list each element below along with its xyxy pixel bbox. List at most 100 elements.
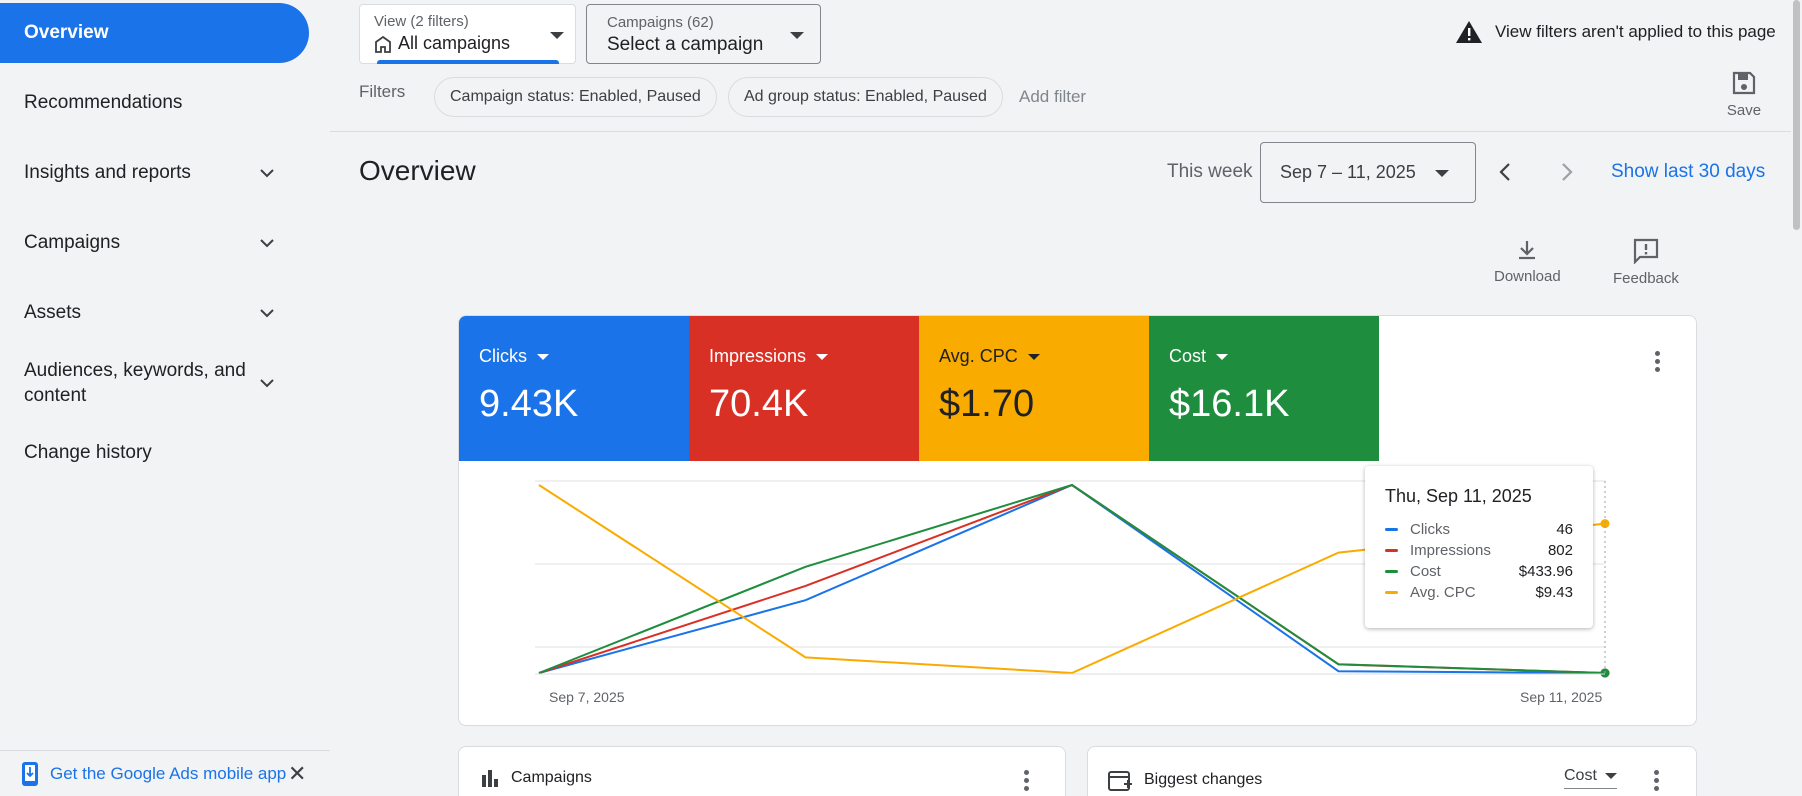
dropdown-arrow-icon	[790, 32, 804, 39]
metric-value: 70.4K	[709, 383, 809, 425]
download-icon	[1519, 241, 1536, 260]
metric-tile-clicks[interactable]: Clicks 9.43K	[459, 316, 689, 461]
performance-chart-card: Clicks 9.43K Impressions 70.4K Avg. CPC …	[458, 315, 1697, 726]
metric-label: Cost	[1169, 346, 1207, 366]
campaign-count: Campaigns (62)	[607, 14, 714, 31]
metric-tile-impressions[interactable]: Impressions 70.4K	[689, 316, 919, 461]
x-tick-label-end: Sep 11, 2025	[1520, 689, 1603, 705]
download-label: Download	[1494, 268, 1561, 285]
sidebar: Overview Recommendations Insights and re…	[0, 0, 330, 796]
more-vert-icon[interactable]	[1655, 348, 1661, 375]
sidebar-item-insights-and-reports[interactable]: Insights and reports	[0, 160, 309, 186]
metric-label: Impressions	[709, 346, 807, 366]
page-title: Overview	[359, 155, 476, 186]
tooltip-row: Cost $433.96	[1385, 561, 1573, 582]
metric-value: $16.1K	[1169, 383, 1290, 425]
chevron-left-icon[interactable]	[1494, 160, 1518, 184]
metric-tile-cost[interactable]: Cost $16.1K	[1149, 316, 1379, 461]
dropdown-arrow-icon[interactable]	[1027, 353, 1040, 360]
sidebar-item-label: Recommendations	[24, 92, 183, 113]
campaign-select-dropdown[interactable]: Campaigns (62) Select a campaign	[586, 4, 821, 64]
filter-chip-campaign-status[interactable]: Campaign status: Enabled, Paused	[434, 77, 717, 117]
sidebar-item-assets[interactable]: Assets	[0, 300, 309, 326]
phone-icon	[22, 761, 38, 786]
card-title: Biggest changes	[1144, 771, 1263, 788]
dropdown-arrow-icon	[1435, 170, 1449, 177]
metric-label: Clicks	[479, 346, 527, 366]
tooltip-row: Impressions 802	[1385, 540, 1573, 561]
tooltip-series-name: Cost	[1410, 563, 1441, 580]
tooltip-series-name: Avg. CPC	[1410, 584, 1476, 601]
date-range-value: Sep 7 – 11, 2025	[1280, 162, 1416, 182]
sidebar-item-change-history[interactable]: Change history	[0, 440, 309, 466]
scrollbar-thumb[interactable]	[1793, 0, 1800, 230]
close-icon[interactable]: ✕	[288, 761, 306, 787]
sidebar-item-label: Insights and reports	[24, 162, 191, 183]
card-title: Campaigns	[511, 769, 592, 786]
sidebar-item-campaigns[interactable]: Campaigns	[0, 230, 309, 256]
sidebar-item-recommendations[interactable]: Recommendations	[0, 90, 309, 116]
tooltip-row: Avg. CPC $9.43	[1385, 582, 1573, 603]
feedback-icon	[1633, 238, 1659, 264]
feedback-button[interactable]: Feedback	[1613, 238, 1679, 287]
metric-tile-avg-cpc[interactable]: Avg. CPC $1.70	[919, 316, 1149, 461]
filter-chip-ad-group-status[interactable]: Ad group status: Enabled, Paused	[728, 77, 1003, 117]
metric-value: 9.43K	[479, 383, 579, 425]
dropdown-arrow-icon	[550, 32, 564, 39]
sidebar-item-label: Assets	[24, 302, 82, 323]
promo-link[interactable]: Get the Google Ads mobile app	[50, 764, 286, 784]
warning-text: View filters aren't applied to this page	[1495, 22, 1776, 41]
download-button[interactable]: Download	[1494, 238, 1561, 285]
campaigns-card: Campaigns	[458, 746, 1066, 796]
chevron-down-icon[interactable]	[255, 371, 279, 395]
chevron-right-icon[interactable]	[1554, 160, 1578, 184]
trend-box-icon	[1108, 771, 1132, 791]
date-range-picker[interactable]: Sep 7 – 11, 2025	[1260, 142, 1476, 203]
tooltip-title: Thu, Sep 11, 2025	[1385, 486, 1532, 506]
scrollbar[interactable]	[1791, 0, 1802, 796]
metric-label: Avg. CPC	[939, 346, 1018, 366]
sidebar-item-label: Campaigns	[24, 232, 121, 253]
sidebar-item-label: Audiences, keywords, and content	[24, 360, 246, 406]
sidebar-item-audiences[interactable]: Audiences, keywords, and content	[0, 357, 309, 409]
chevron-down-icon[interactable]	[255, 161, 279, 185]
tooltip-series-value: $433.96	[1518, 563, 1573, 580]
view-filter-value: All campaigns	[398, 33, 511, 53]
tooltip-series-name: Impressions	[1410, 542, 1491, 559]
tooltip-row: Clicks 46	[1385, 519, 1573, 540]
save-label: Save	[1726, 102, 1762, 119]
view-filter-count: View (2 filters)	[374, 13, 469, 30]
metric-value: $1.70	[939, 383, 1035, 425]
filters-label: Filters	[359, 82, 406, 101]
save-button[interactable]: Save	[1722, 70, 1766, 119]
x-tick-label-start: Sep 7, 2025	[549, 689, 625, 705]
date-preset-label: This week	[1167, 161, 1253, 182]
add-filter-button[interactable]: Add filter	[1019, 87, 1086, 107]
metric-select-dropdown[interactable]: Cost	[1564, 767, 1617, 789]
active-indicator	[377, 60, 559, 64]
dropdown-arrow-icon[interactable]	[1216, 353, 1229, 360]
bar-chart-icon	[482, 770, 498, 787]
dropdown-arrow-icon[interactable]	[816, 353, 829, 360]
chart-tooltip: Thu, Sep 11, 2025 Clicks 46 Impressions 80…	[1365, 466, 1593, 628]
biggest-changes-card: Biggest changes Cost	[1087, 746, 1697, 796]
chevron-down-icon[interactable]	[255, 231, 279, 255]
more-vert-icon[interactable]	[1024, 767, 1030, 794]
feedback-label: Feedback	[1613, 270, 1679, 287]
more-vert-icon[interactable]	[1654, 767, 1660, 794]
view-filter-warning: View filters aren't applied to this page	[1455, 20, 1776, 44]
dropdown-arrow-icon[interactable]	[537, 353, 549, 360]
metric-select-value: Cost	[1564, 767, 1597, 784]
campaign-select-value: Select a campaign	[607, 34, 764, 55]
dropdown-arrow-icon	[1604, 773, 1617, 779]
chevron-down-icon[interactable]	[255, 301, 279, 325]
tooltip-series-value: $9.43	[1535, 584, 1573, 601]
mobile-app-promo[interactable]: Get the Google Ads mobile app ✕	[0, 750, 330, 796]
show-last-30-days-link[interactable]: Show last 30 days	[1611, 161, 1765, 183]
building-icon	[375, 35, 391, 53]
warning-icon	[1456, 21, 1482, 43]
tooltip-series-value: 46	[1556, 521, 1573, 538]
view-filter-dropdown[interactable]: View (2 filters) All campaigns	[359, 4, 576, 64]
sidebar-item-overview[interactable]: Overview	[0, 3, 309, 63]
divider	[330, 131, 1802, 132]
